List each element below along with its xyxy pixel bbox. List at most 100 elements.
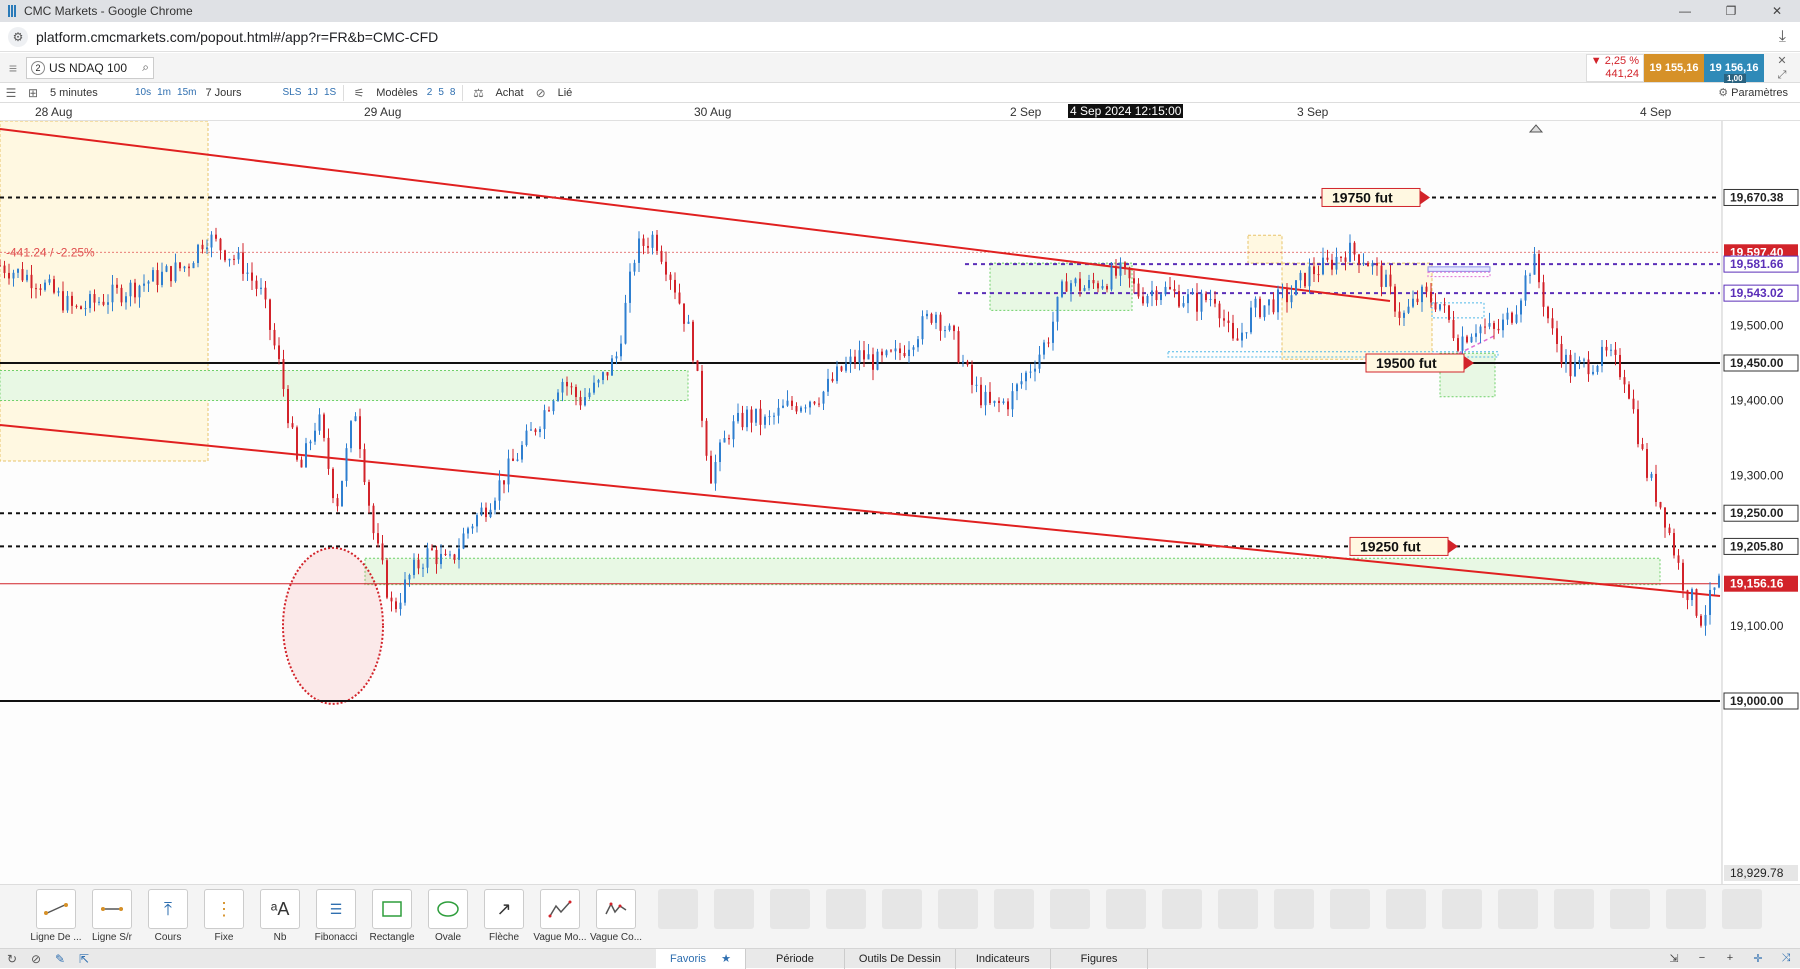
oval-drawing[interactable] — [282, 546, 384, 705]
candle-body — [327, 437, 330, 469]
candle-body — [831, 378, 834, 382]
maximize-button[interactable]: ❐ — [1708, 4, 1754, 18]
download-icon[interactable]: ⤓ — [1779, 28, 1786, 46]
info-zone[interactable] — [1427, 266, 1491, 272]
empty-tool-slot[interactable] — [658, 889, 698, 929]
candle-body — [314, 430, 316, 442]
tool-fleche[interactable]: ↗ Flèche — [476, 885, 532, 943]
range-select[interactable]: 7 Jours — [199, 87, 279, 99]
empty-tool-slot[interactable] — [714, 889, 754, 929]
close-button[interactable]: ✕ — [1754, 4, 1800, 18]
expand-panel-icon[interactable]: ⤢ — [1764, 68, 1800, 82]
sell-button[interactable]: 19 155,16 — [1644, 53, 1704, 82]
empty-tool-slot[interactable] — [1386, 889, 1426, 929]
zoom-in-icon[interactable]: + — [1716, 952, 1744, 965]
empty-tool-slot[interactable] — [938, 889, 978, 929]
candle-body — [1443, 304, 1446, 306]
site-info-icon[interactable]: ⚙ — [8, 26, 28, 47]
empty-tool-slot[interactable] — [1442, 889, 1482, 929]
highlight-zone[interactable] — [1247, 234, 1283, 264]
parametres-button[interactable]: ⚙ Paramètres — [1718, 86, 1788, 99]
tool-ligne-de[interactable]: Ligne De ... — [28, 885, 84, 943]
date-label: 30 Aug — [694, 105, 732, 119]
candle-body — [660, 250, 663, 262]
buy-button[interactable]: 19 156,16 1,00 — [1704, 53, 1764, 83]
tab-indicateurs[interactable]: Indicateurs — [956, 948, 1051, 969]
empty-tool-slot[interactable] — [1218, 889, 1258, 929]
empty-tool-slot[interactable] — [1274, 889, 1314, 929]
empty-tool-slot[interactable] — [1106, 889, 1146, 929]
candle-body — [723, 438, 726, 443]
info-zone[interactable] — [1427, 271, 1491, 278]
minimize-button[interactable]: — — [1662, 4, 1708, 18]
tool-ovale[interactable]: Ovale — [420, 885, 476, 943]
tf-1m-button[interactable]: 1m — [154, 87, 174, 98]
reset-icon[interactable]: ⤨ — [1772, 952, 1800, 965]
range-1j-button[interactable]: 1J — [304, 87, 321, 98]
marker-icon[interactable] — [1528, 124, 1544, 133]
tab-figures[interactable]: Figures — [1051, 948, 1149, 969]
tool-vague-mo[interactable]: Vague Mo... — [532, 885, 588, 943]
tool-rectangle[interactable]: Rectangle — [364, 885, 420, 943]
modele-5-button[interactable]: 5 — [435, 87, 447, 98]
empty-tool-slot[interactable] — [1610, 889, 1650, 929]
tab-outils-dessin[interactable]: Outils De Dessin — [845, 948, 956, 969]
tf-10s-button[interactable]: 10s — [132, 87, 154, 98]
cancel-icon[interactable]: ⊘ — [24, 952, 48, 966]
price-chart[interactable]: -441.24 / -2.25% 19750 fut 19500 fut 19250 … — [0, 121, 1800, 884]
tool-fixe[interactable]: ⋮ Fixe — [196, 885, 252, 943]
candle-body — [1466, 336, 1468, 343]
zoom-out-icon[interactable]: − — [1688, 952, 1716, 965]
empty-tool-slot[interactable] — [882, 889, 922, 929]
empty-tool-slot[interactable] — [1666, 889, 1706, 929]
crosshair-icon[interactable]: ✛ — [1744, 952, 1772, 965]
candle-body — [1457, 338, 1459, 351]
empty-tool-slot[interactable] — [1162, 889, 1202, 929]
layout-grid-icon[interactable]: ⊞ — [22, 86, 44, 100]
candle-body — [1029, 371, 1032, 373]
candle-body — [890, 350, 892, 352]
tool-vague-co[interactable]: Vague Co... — [588, 885, 644, 943]
candle-body — [714, 462, 717, 484]
timeframe-select[interactable]: 5 minutes — [44, 87, 132, 99]
empty-tool-slot[interactable] — [826, 889, 866, 929]
empty-tool-slot[interactable] — [1050, 889, 1090, 929]
achat-button[interactable]: Achat — [489, 87, 529, 99]
chart-canvas[interactable]: -441.24 / -2.25% 19750 fut 19500 fut 19250 … — [0, 121, 1800, 884]
empty-tool-slot[interactable] — [1498, 889, 1538, 929]
candle-body — [494, 500, 496, 510]
menu-icon[interactable]: ≡ — [0, 60, 26, 76]
empty-tool-slot[interactable] — [770, 889, 810, 929]
pencil-icon[interactable]: ✎ — [48, 952, 72, 966]
modele-2-button[interactable]: 2 — [424, 87, 436, 98]
tf-15m-button[interactable]: 15m — [174, 87, 199, 98]
tool-cours[interactable]: ⤒ Cours — [140, 885, 196, 943]
candle-body — [1065, 281, 1068, 292]
url-field[interactable]: platform.cmcmarkets.com/popout.html#/app… — [36, 29, 438, 45]
modele-8-button[interactable]: 8 — [447, 87, 459, 98]
lie-button[interactable]: Lié — [552, 87, 579, 99]
tool-ligne-sr[interactable]: Ligne S/r — [84, 885, 140, 943]
range-sls-button[interactable]: SLS — [279, 87, 304, 98]
tool-nb[interactable]: ᵃA Nb — [252, 885, 308, 943]
refresh-icon[interactable]: ↻ — [0, 952, 24, 966]
search-icon[interactable]: ⌕ — [142, 60, 149, 75]
crosshair-date: 4 Sep 2024 12:15:00 — [1068, 104, 1184, 118]
list-icon[interactable]: ☰ — [0, 86, 22, 100]
modeles-menu[interactable]: Modèles — [370, 87, 424, 99]
empty-tool-slot[interactable] — [994, 889, 1034, 929]
tool-fibonacci[interactable]: ☰ Fibonacci — [308, 885, 364, 943]
empty-tool-slot[interactable] — [1554, 889, 1594, 929]
fit-icon[interactable]: ⇲ — [1660, 952, 1688, 965]
cursor-icon[interactable]: ⇱ — [72, 952, 96, 966]
tab-favoris[interactable]: Favoris ★ — [656, 948, 746, 969]
empty-tool-slot[interactable] — [1330, 889, 1370, 929]
candle-body — [1448, 305, 1450, 320]
candle-body — [620, 343, 622, 357]
close-panel-icon[interactable]: ✕ — [1764, 54, 1800, 68]
candle-body — [345, 448, 348, 481]
instrument-selector[interactable]: 2 US NDAQ 100 ⌕ — [26, 56, 154, 79]
tab-periode[interactable]: Période — [746, 948, 845, 969]
empty-tool-slot[interactable] — [1722, 889, 1762, 929]
range-1s-button[interactable]: 1S — [321, 87, 339, 98]
